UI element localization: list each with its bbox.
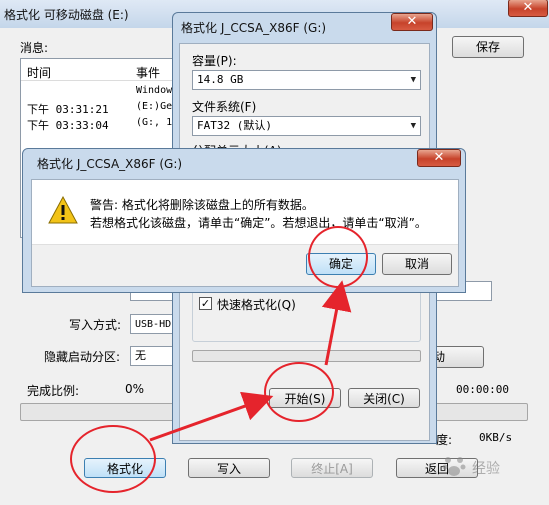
arrow-start-to-ok xyxy=(321,280,352,366)
paw-logo-icon xyxy=(442,457,466,476)
arrow-format-to-start xyxy=(149,391,274,442)
watermark: 经验 xyxy=(440,450,540,486)
watermark-text: 经验 xyxy=(472,461,500,477)
annotation-arrows xyxy=(149,280,352,442)
